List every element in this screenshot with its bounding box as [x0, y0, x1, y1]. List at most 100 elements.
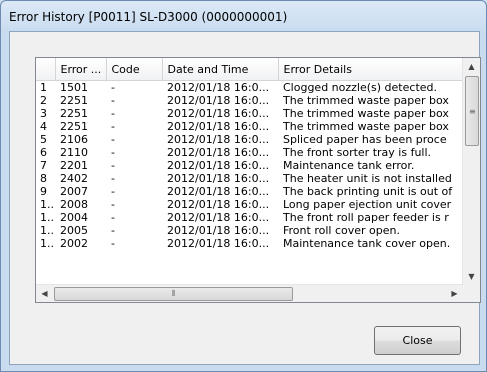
table-cell: - — [111, 172, 115, 185]
table-row[interactable]: 7 2201 - 2012/01/18 16:0... Maintenance tank… — [36, 159, 463, 172]
table-cell: 2012/01/18 16:0... — [167, 120, 270, 133]
error-history-window: Error History [P0011] SL-D3000 (00000000… — [0, 0, 487, 372]
horizontal-scroll-thumb[interactable]: ⦀ — [54, 287, 293, 301]
table-row[interactable]: 1 1501 - 2012/01/18 16:0... Clogged nozzle(s… — [36, 81, 463, 95]
table-cell: 2012/01/18 16:0... — [167, 172, 270, 185]
table-cell: - — [111, 133, 115, 146]
table-row[interactable]: 1.. 2008 - 2012/01/18 16:0... Long paper eje… — [36, 198, 463, 211]
scroll-down-icon[interactable]: ▼ — [463, 268, 480, 285]
table-cell: 5 — [40, 133, 47, 146]
table-cell: 2 — [40, 94, 47, 107]
table-cell: Spliced paper has been proce — [283, 133, 447, 146]
table-cell: 2008 — [60, 198, 88, 211]
table-cell: The front sorter tray is full. — [283, 146, 432, 159]
table-cell: 2012/01/18 16:0... — [167, 198, 270, 211]
table-cell: 2007 — [60, 185, 88, 198]
table-cell: The back printing unit is out of — [283, 185, 453, 198]
grip-icon: ≡ — [469, 106, 476, 116]
table-cell: 1.. — [40, 224, 54, 237]
table-cell: - — [111, 120, 115, 133]
table-cell: 6 — [40, 146, 47, 159]
table-cell: 2012/01/18 16:0... — [167, 159, 270, 172]
table-cell: 1.. — [40, 211, 54, 224]
scroll-right-icon[interactable]: ▶ — [446, 285, 463, 302]
table-cell: 2110 — [60, 146, 88, 159]
table-cell: 2251 — [60, 107, 88, 120]
table-cell: 2012/01/18 16:0... — [167, 237, 270, 250]
table-cell: 4 — [40, 120, 47, 133]
table-cell: 2002 — [60, 237, 88, 250]
scroll-left-icon[interactable]: ◀ — [36, 285, 53, 302]
table-cell: 1 — [40, 81, 47, 94]
table-cell: 2012/01/18 16:0... — [167, 133, 270, 146]
table-cell: Front roll cover open. — [283, 224, 400, 237]
column-header[interactable]: Code — [106, 58, 163, 81]
table-cell: - — [111, 107, 115, 120]
table-cell: - — [111, 94, 115, 107]
table-cell: 1.. — [40, 198, 54, 211]
table-cell: - — [111, 198, 115, 211]
table-cell: - — [111, 224, 115, 237]
grip-icon: ⦀ — [171, 289, 176, 298]
table-cell: The heater unit is not installed — [283, 172, 452, 185]
table-cell: Maintenance tank cover open. — [283, 237, 451, 250]
horizontal-scrollbar[interactable]: ◀ ⦀ ▶ — [36, 284, 463, 302]
table-cell: 2012/01/18 16:0... — [167, 94, 270, 107]
column-header[interactable]: Date and Time — [162, 58, 279, 81]
table-cell: 2012/01/18 16:0... — [167, 224, 270, 237]
table-cell: The front roll paper feeder is r — [283, 211, 449, 224]
table-cell: 2012/01/18 16:0... — [167, 211, 270, 224]
error-table: Error ... Code Date and Time Error Details … — [36, 58, 464, 250]
table-cell: 9 — [40, 185, 47, 198]
table-row[interactable]: 5 2106 - 2012/01/18 16:0... Spliced paper ha… — [36, 133, 463, 146]
table-cell: 2012/01/18 16:0... — [167, 107, 270, 120]
table-cell: - — [111, 146, 115, 159]
table-row[interactable]: 1.. 2004 - 2012/01/18 16:0... The front roll… — [36, 211, 463, 224]
table-row[interactable]: 3 2251 - 2012/01/18 16:0... The trimmed wast… — [36, 107, 463, 120]
table-cell: 2012/01/18 16:0... — [167, 81, 270, 94]
table-cell: - — [111, 211, 115, 224]
scroll-up-icon[interactable]: ▲ — [463, 58, 480, 75]
table-row[interactable]: 6 2110 - 2012/01/18 16:0... The front sorter… — [36, 146, 463, 159]
table-row[interactable]: 8 2402 - 2012/01/18 16:0... The heater unit … — [36, 172, 463, 185]
table-cell: - — [111, 237, 115, 250]
table-cell: - — [111, 81, 115, 94]
table-row[interactable]: 1.. 2002 - 2012/01/18 16:0... Maintenance ta… — [36, 237, 463, 250]
table-cell: 2012/01/18 16:0... — [167, 146, 270, 159]
vertical-scrollbar[interactable]: ▲ ≡ ▼ — [462, 58, 480, 285]
table-cell: 7 — [40, 159, 47, 172]
table-cell: 3 — [40, 107, 47, 120]
table-cell: 8 — [40, 172, 47, 185]
table-cell: The trimmed waste paper box — [283, 107, 449, 120]
table-cell: Long paper ejection unit cover — [283, 198, 452, 211]
error-history-list[interactable]: Error ... Code Date and Time Error Details … — [35, 57, 481, 303]
title-bar[interactable]: Error History [P0011] SL-D3000 (00000000… — [1, 1, 486, 31]
table-cell: Clogged nozzle(s) detected. — [283, 81, 437, 94]
close-button[interactable]: Close — [374, 326, 461, 355]
column-header[interactable]: Error ... — [55, 58, 107, 81]
table-row[interactable]: 9 2007 - 2012/01/18 16:0... The back printin… — [36, 185, 463, 198]
table-row[interactable]: 4 2251 - 2012/01/18 16:0... The trimmed wast… — [36, 120, 463, 133]
table-cell: The trimmed waste paper box — [283, 120, 449, 133]
table-cell: 2402 — [60, 172, 88, 185]
column-header[interactable] — [36, 58, 56, 81]
vertical-scroll-thumb[interactable]: ≡ — [465, 76, 479, 146]
table-cell: - — [111, 159, 115, 172]
column-header[interactable]: Error Details — [278, 58, 464, 81]
table-cell: 2251 — [60, 94, 88, 107]
table-cell: 1.. — [40, 237, 54, 250]
table-cell: - — [111, 185, 115, 198]
table-cell: The trimmed waste paper box — [283, 94, 449, 107]
table-cell: 2005 — [60, 224, 88, 237]
scrollbar-corner — [463, 285, 480, 302]
table-cell: 2251 — [60, 120, 88, 133]
table-cell: 2201 — [60, 159, 88, 172]
table-cell: 2004 — [60, 211, 88, 224]
table-header: Error ... Code Date and Time Error Details — [36, 58, 464, 81]
dialog-client-area: Error ... Code Date and Time Error Details … — [9, 31, 481, 365]
table-row[interactable]: 1.. 2005 - 2012/01/18 16:0... Front roll cov… — [36, 224, 463, 237]
window-title: Error History [P0011] SL-D3000 (00000000… — [9, 10, 288, 24]
table-cell: 2106 — [60, 133, 88, 146]
table-row[interactable]: 2 2251 - 2012/01/18 16:0... The trimmed wast… — [36, 94, 463, 107]
table-body: 1 1501 - 2012/01/18 16:0... Clogged nozzle(s… — [36, 81, 463, 250]
